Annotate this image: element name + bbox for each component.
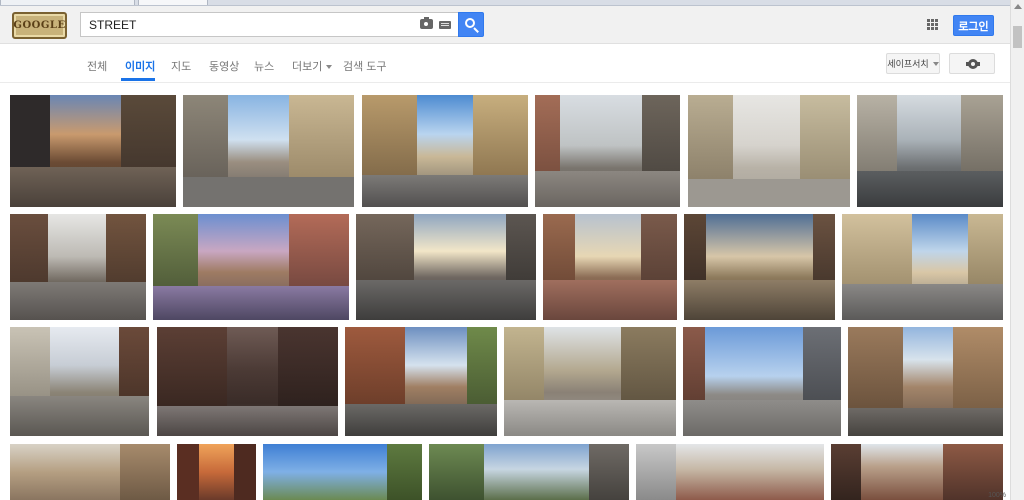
- image-result[interactable]: [543, 214, 677, 320]
- camera-icon[interactable]: [420, 17, 433, 29]
- image-result[interactable]: [177, 444, 256, 500]
- tab-news[interactable]: 뉴스: [254, 58, 274, 74]
- tab-images[interactable]: 이미지: [125, 58, 155, 74]
- safesearch-button[interactable]: 세이프서치: [886, 53, 940, 74]
- page-scrollbar[interactable]: [1010, 0, 1024, 500]
- image-results-grid: [0, 83, 1010, 500]
- image-result[interactable]: [153, 214, 349, 320]
- tab-search-tools[interactable]: 검색 도구: [343, 58, 387, 74]
- image-result[interactable]: [535, 95, 680, 207]
- settings-button[interactable]: [949, 53, 995, 74]
- image-result[interactable]: [857, 95, 1003, 207]
- safesearch-label: 세이프서치: [887, 59, 929, 69]
- keyboard-icon[interactable]: [439, 21, 451, 29]
- image-result[interactable]: [345, 327, 497, 436]
- tab-more[interactable]: 더보기: [292, 58, 333, 74]
- image-result[interactable]: [842, 214, 1003, 320]
- image-result[interactable]: [10, 327, 149, 436]
- image-result[interactable]: [356, 214, 536, 320]
- image-result[interactable]: [263, 444, 422, 500]
- image-result[interactable]: [831, 444, 1003, 500]
- image-result[interactable]: [10, 214, 146, 320]
- search-icon: [465, 18, 475, 28]
- google-doodle-logo[interactable]: GOOGLE: [12, 12, 67, 39]
- tab-all[interactable]: 전체: [87, 58, 107, 74]
- tab-videos[interactable]: 동영상: [209, 58, 239, 74]
- chevron-down-icon: [932, 61, 939, 66]
- zoom-indicator: 100%: [988, 492, 1006, 499]
- scroll-up-arrow-icon[interactable]: [1014, 4, 1022, 9]
- image-result[interactable]: [504, 327, 676, 436]
- image-result[interactable]: [10, 95, 176, 207]
- active-tab-indicator: [121, 78, 155, 81]
- image-result[interactable]: [157, 327, 338, 436]
- image-result[interactable]: [183, 95, 354, 207]
- login-button[interactable]: 로그인: [953, 15, 994, 36]
- image-result[interactable]: [683, 327, 841, 436]
- search-button[interactable]: [458, 12, 484, 37]
- search-header: GOOGLE 로그인: [0, 6, 1010, 44]
- gear-icon: [968, 59, 978, 69]
- image-result[interactable]: [688, 95, 850, 207]
- search-icon-handle: [473, 27, 479, 33]
- apps-grid-icon[interactable]: [927, 19, 939, 31]
- chevron-down-icon: [326, 65, 333, 70]
- tab-more-label: 더보기: [292, 61, 323, 73]
- image-result[interactable]: [684, 214, 835, 320]
- tab-maps[interactable]: 지도: [171, 58, 191, 74]
- image-result[interactable]: [429, 444, 629, 500]
- image-result[interactable]: [362, 95, 528, 207]
- search-nav-tabs: 전체 이미지 지도 동영상 뉴스 더보기 검색 도구 세이프서치: [0, 45, 1010, 83]
- image-result[interactable]: [848, 327, 1003, 436]
- logo-lettering: GOOGLE: [13, 20, 66, 31]
- search-input[interactable]: [89, 16, 409, 34]
- image-result[interactable]: [10, 444, 170, 500]
- image-result[interactable]: [636, 444, 824, 500]
- scrollbar-thumb[interactable]: [1013, 26, 1022, 48]
- search-box[interactable]: [80, 12, 458, 37]
